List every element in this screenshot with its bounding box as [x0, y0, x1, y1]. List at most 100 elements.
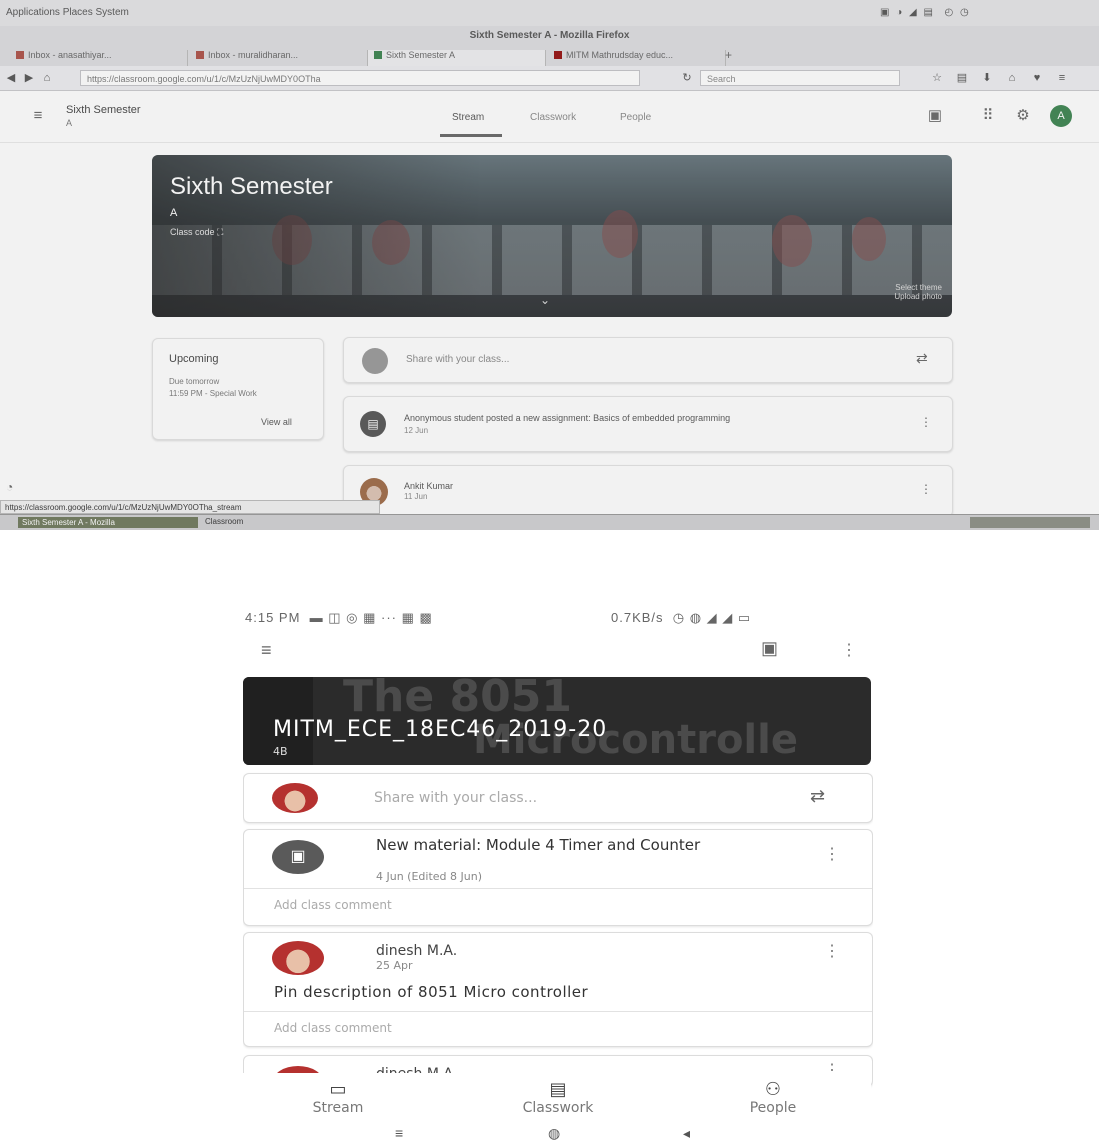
- material-icon: ▣: [272, 840, 324, 874]
- taskbar-window-item[interactable]: Sixth Semester A - Mozilla: [18, 517, 198, 528]
- video-meet-icon[interactable]: ▣: [925, 106, 945, 126]
- address-bar[interactable]: https://classroom.google.com/u/1/c/MzUzN…: [80, 70, 640, 86]
- notification-icons: ▬ ◫ ◎ ▦ ··· ▦ ▩: [305, 610, 433, 625]
- author-avatar: [272, 941, 324, 975]
- reload-icon[interactable]: ↻: [680, 71, 694, 85]
- hamburger-menu-icon[interactable]: ≡: [261, 640, 272, 661]
- post-date: 12 Jun: [404, 426, 429, 435]
- status-time: 4:15 PM: [245, 610, 301, 625]
- new-tab-button[interactable]: +: [725, 48, 732, 62]
- status-right: 0.7KB/s ◷ ◍ ◢ ◢ ▭: [611, 610, 751, 626]
- desktop-screenshot: Applications Places System ▣ ◑ ◢ ▤ ◴ ◷ S…: [0, 0, 1099, 530]
- stream-post[interactable]: ▤ Anonymous student posted a new assignm…: [343, 396, 953, 452]
- post-text: Anonymous student posted a new assignmen…: [404, 413, 731, 423]
- tab-favicon: [196, 51, 204, 59]
- tab-classwork[interactable]: Classwork: [530, 112, 576, 123]
- tab-stream[interactable]: Stream: [452, 112, 484, 123]
- kebab-menu-icon[interactable]: ⋮: [824, 844, 840, 864]
- back-icon[interactable]: ◀: [4, 71, 18, 85]
- browser-toolbar: ◀ ▶ ⌂ https://classroom.google.com/u/1/c…: [0, 66, 1099, 91]
- kebab-menu-icon[interactable]: ⋮: [920, 482, 932, 496]
- share-box[interactable]: Share with your class... ⇄: [343, 337, 953, 383]
- theme-options[interactable]: Select theme Upload photo: [872, 283, 942, 301]
- expand-chevron-icon[interactable]: ⌄: [540, 293, 550, 307]
- tab-favicon: [374, 51, 382, 59]
- stream-post[interactable]: dinesh M.A. 25 Apr ⋮ Pin description of …: [243, 932, 873, 1047]
- class-section: 4B: [273, 745, 288, 758]
- stream-post[interactable]: ▣ New material: Module 4 Timer and Count…: [243, 829, 873, 926]
- view-all-link[interactable]: View all: [261, 417, 292, 427]
- account-avatar[interactable]: A: [1050, 105, 1072, 127]
- help-icon[interactable]: ◔: [6, 480, 13, 494]
- status-link-bar: https://classroom.google.com/u/1/c/MzUzN…: [0, 500, 380, 514]
- search-input[interactable]: Search: [700, 70, 900, 86]
- share-placeholder: Share with your class...: [406, 354, 510, 365]
- bookmark-icon[interactable]: ☆: [930, 71, 944, 85]
- tab-label: Sixth Semester A: [386, 50, 456, 60]
- class-section: A: [66, 118, 73, 128]
- class-name: MITM_ECE_18EC46_2019-20: [273, 717, 608, 742]
- assignment-icon: ▤: [360, 411, 386, 437]
- post-date: 4 Jun (Edited 8 Jun): [376, 870, 482, 883]
- tab-favicon: [554, 51, 562, 59]
- banner-section: A: [170, 207, 178, 219]
- os-menu[interactable]: Applications Places System: [6, 7, 129, 18]
- browser-tabbar: Sixth Semester A - Mozilla Firefox Inbox…: [0, 26, 1099, 67]
- back-button-icon[interactable]: ◂: [683, 1125, 690, 1142]
- user-avatar: [272, 783, 318, 813]
- class-code-label[interactable]: Class code ⛶: [170, 227, 223, 238]
- settings-gear-icon[interactable]: ⚙: [1013, 106, 1033, 126]
- class-banner: The 8051 Microcontrolle MITM_ECE_18EC46_…: [243, 677, 871, 765]
- browser-tab-active[interactable]: Sixth Semester A: [368, 50, 546, 66]
- nav-stream[interactable]: ▭ Stream: [283, 1079, 393, 1116]
- menu-icon[interactable]: ≡: [1055, 71, 1069, 85]
- nav-classwork[interactable]: ▤ Classwork: [488, 1079, 628, 1116]
- tab-people[interactable]: People: [620, 112, 651, 123]
- reading-icon[interactable]: ▤: [955, 71, 969, 85]
- tab-label: MITM Mathrudsday educ...: [566, 50, 674, 60]
- add-comment-link[interactable]: Add class comment: [274, 898, 392, 912]
- stream-post[interactable]: Ankit Kumar 11 Jun ⋮: [343, 465, 953, 517]
- tab-label: Inbox - anasathiyar...: [28, 50, 112, 60]
- classroom-header: ≡ Sixth Semester A Stream Classwork Peop…: [0, 92, 1099, 143]
- share-box[interactable]: Share with your class... ⇄: [243, 773, 873, 823]
- nav-people[interactable]: ⚇ People: [718, 1079, 828, 1116]
- class-name: Sixth Semester: [66, 104, 141, 116]
- forward-icon[interactable]: ▶: [22, 71, 36, 85]
- pocket-icon[interactable]: ♥: [1030, 71, 1044, 85]
- download-icon[interactable]: ⬇: [980, 71, 994, 85]
- signal-battery-icons: ◷ ◍ ◢ ◢ ▭: [668, 610, 752, 625]
- banner-title: Sixth Semester: [170, 173, 333, 200]
- apps-grid-icon[interactable]: ⠿: [978, 106, 998, 126]
- post-author: dinesh M.A.: [376, 943, 458, 959]
- window-title: Sixth Semester A - Mozilla Firefox: [469, 30, 630, 41]
- bottom-nav: ▭ Stream ▤ Classwork ⚇ People: [243, 1073, 871, 1123]
- video-meet-icon[interactable]: ▣: [761, 638, 778, 659]
- home-button-icon[interactable]: ◍: [548, 1125, 560, 1142]
- home-toolbar-icon[interactable]: ⌂: [1005, 71, 1019, 85]
- post-date: 11 Jun: [404, 492, 428, 501]
- repost-icon[interactable]: ⇄: [916, 350, 928, 367]
- taskbar-window-item[interactable]: Classroom: [205, 517, 243, 526]
- kebab-menu-icon[interactable]: ⋮: [824, 941, 840, 961]
- user-avatar: [362, 348, 388, 374]
- window-titlebar: Applications Places System ▣ ◑ ◢ ▤ ◴ ◷: [0, 0, 1099, 27]
- home-icon[interactable]: ⌂: [40, 71, 54, 85]
- browser-tab[interactable]: Inbox - muralidharan...: [190, 50, 368, 66]
- add-comment-link[interactable]: Add class comment: [274, 1021, 392, 1035]
- browser-tab[interactable]: Inbox - anasathiyar...: [10, 50, 188, 66]
- recent-apps-icon[interactable]: ≡: [395, 1125, 403, 1141]
- upcoming-line[interactable]: 11:59 PM - Special Work: [169, 389, 257, 398]
- repost-icon[interactable]: ⇄: [810, 786, 825, 807]
- tray-icons: ▣ ◑ ◢ ▤ ◴ ◷: [880, 7, 971, 18]
- post-title: New material: Module 4 Timer and Counter: [376, 836, 701, 854]
- people-icon: ⚇: [764, 1079, 782, 1100]
- browser-tab[interactable]: MITM Mathrudsday educ...: [548, 50, 726, 66]
- kebab-menu-icon[interactable]: ⋮: [920, 415, 932, 429]
- fullscreen-icon: ⛶: [217, 227, 224, 237]
- kebab-menu-icon[interactable]: ⋮: [841, 640, 857, 660]
- tab-favicon: [16, 51, 24, 59]
- os-taskbar: Sixth Semester A - Mozilla Classroom: [0, 514, 1099, 530]
- taskbar-tray: [970, 517, 1090, 528]
- hamburger-menu-icon[interactable]: ≡: [28, 106, 48, 126]
